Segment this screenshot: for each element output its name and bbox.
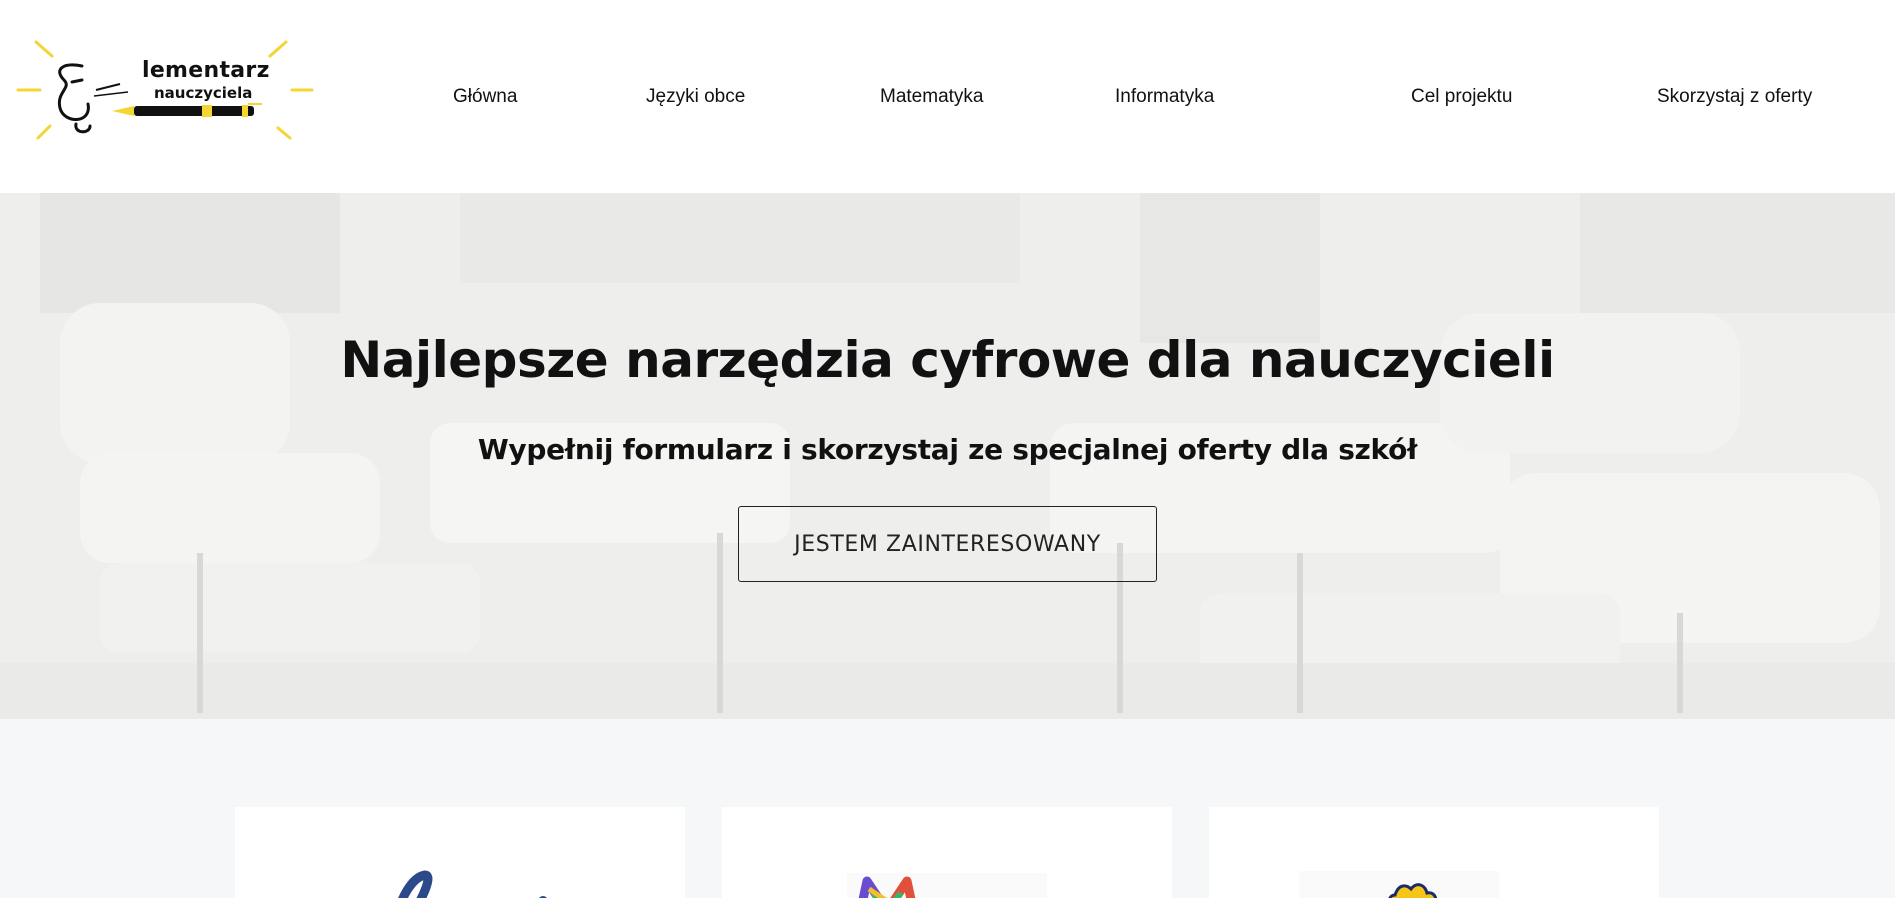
main-nav: Główna Języki obce Matematyka Informatyk… [0,86,1895,112]
nav-item-matematyka[interactable]: Matematyka [880,86,983,108]
nav-item-informatyka[interactable]: Informatyka [1115,86,1214,108]
partner-card[interactable] [235,807,685,898]
interested-button[interactable]: JESTEM ZAINTERESOWANY [738,506,1157,582]
nav-item-skorzystaj-z-oferty[interactable]: Skorzystaj z oferty [1657,86,1812,108]
logo-text-main: lementarz [142,58,270,83]
partner-card[interactable] [722,807,1172,898]
partner-card[interactable] [1209,807,1659,898]
hero-subtitle: Wypełnij formularz i skorzystaj ze specj… [477,433,1418,466]
script-logo-icon [398,870,547,898]
yellow-badge-logo-icon [1299,871,1499,898]
colorful-m-logo-icon [847,873,1047,898]
hero-section: Najlepsze narzędzia cyfrowe dla nauczyci… [0,193,1895,719]
nav-item-glowna[interactable]: Główna [453,86,517,108]
site-header: lementarz nauczyciela Główna Języki obce… [0,0,1895,193]
partners-section [0,719,1895,898]
hero-title: Najlepsze narzędzia cyfrowe dla nauczyci… [340,331,1555,389]
nav-item-jezyki-obce[interactable]: Języki obce [646,86,745,108]
nav-item-cel-projektu[interactable]: Cel projektu [1411,86,1512,108]
